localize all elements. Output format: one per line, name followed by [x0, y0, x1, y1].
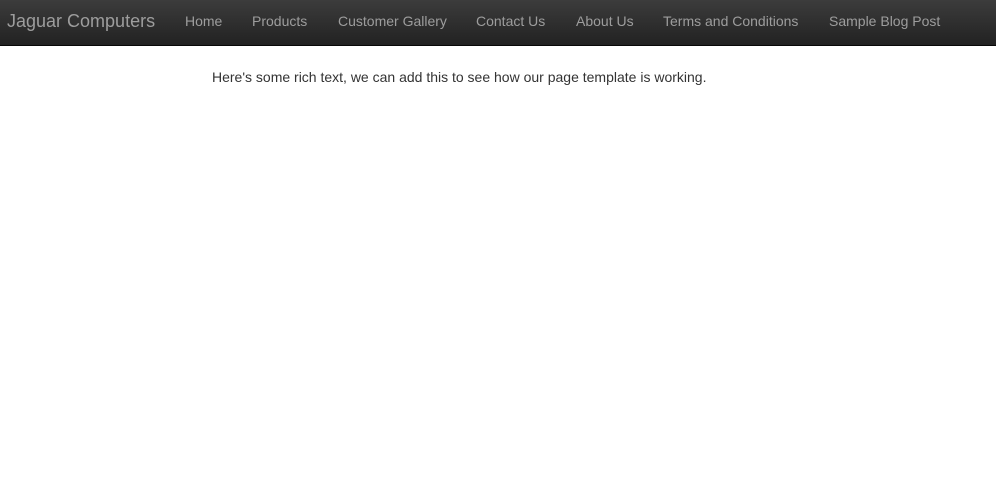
nav-link-customer-gallery[interactable]: Customer Gallery	[338, 12, 447, 30]
nav-link-contact-us[interactable]: Contact Us	[476, 12, 545, 30]
nav-link-sample-blog-post[interactable]: Sample Blog Post	[829, 12, 940, 30]
nav-link-home[interactable]: Home	[185, 12, 222, 30]
top-navbar: Jaguar Computers Home Products Customer …	[0, 0, 996, 46]
brand-link[interactable]: Jaguar Computers	[7, 10, 155, 32]
nav-link-about-us[interactable]: About Us	[576, 12, 634, 30]
nav-link-products[interactable]: Products	[252, 12, 307, 30]
rich-text-paragraph: Here's some rich text, we can add this t…	[212, 69, 707, 85]
nav-link-terms-and-conditions[interactable]: Terms and Conditions	[663, 12, 798, 30]
